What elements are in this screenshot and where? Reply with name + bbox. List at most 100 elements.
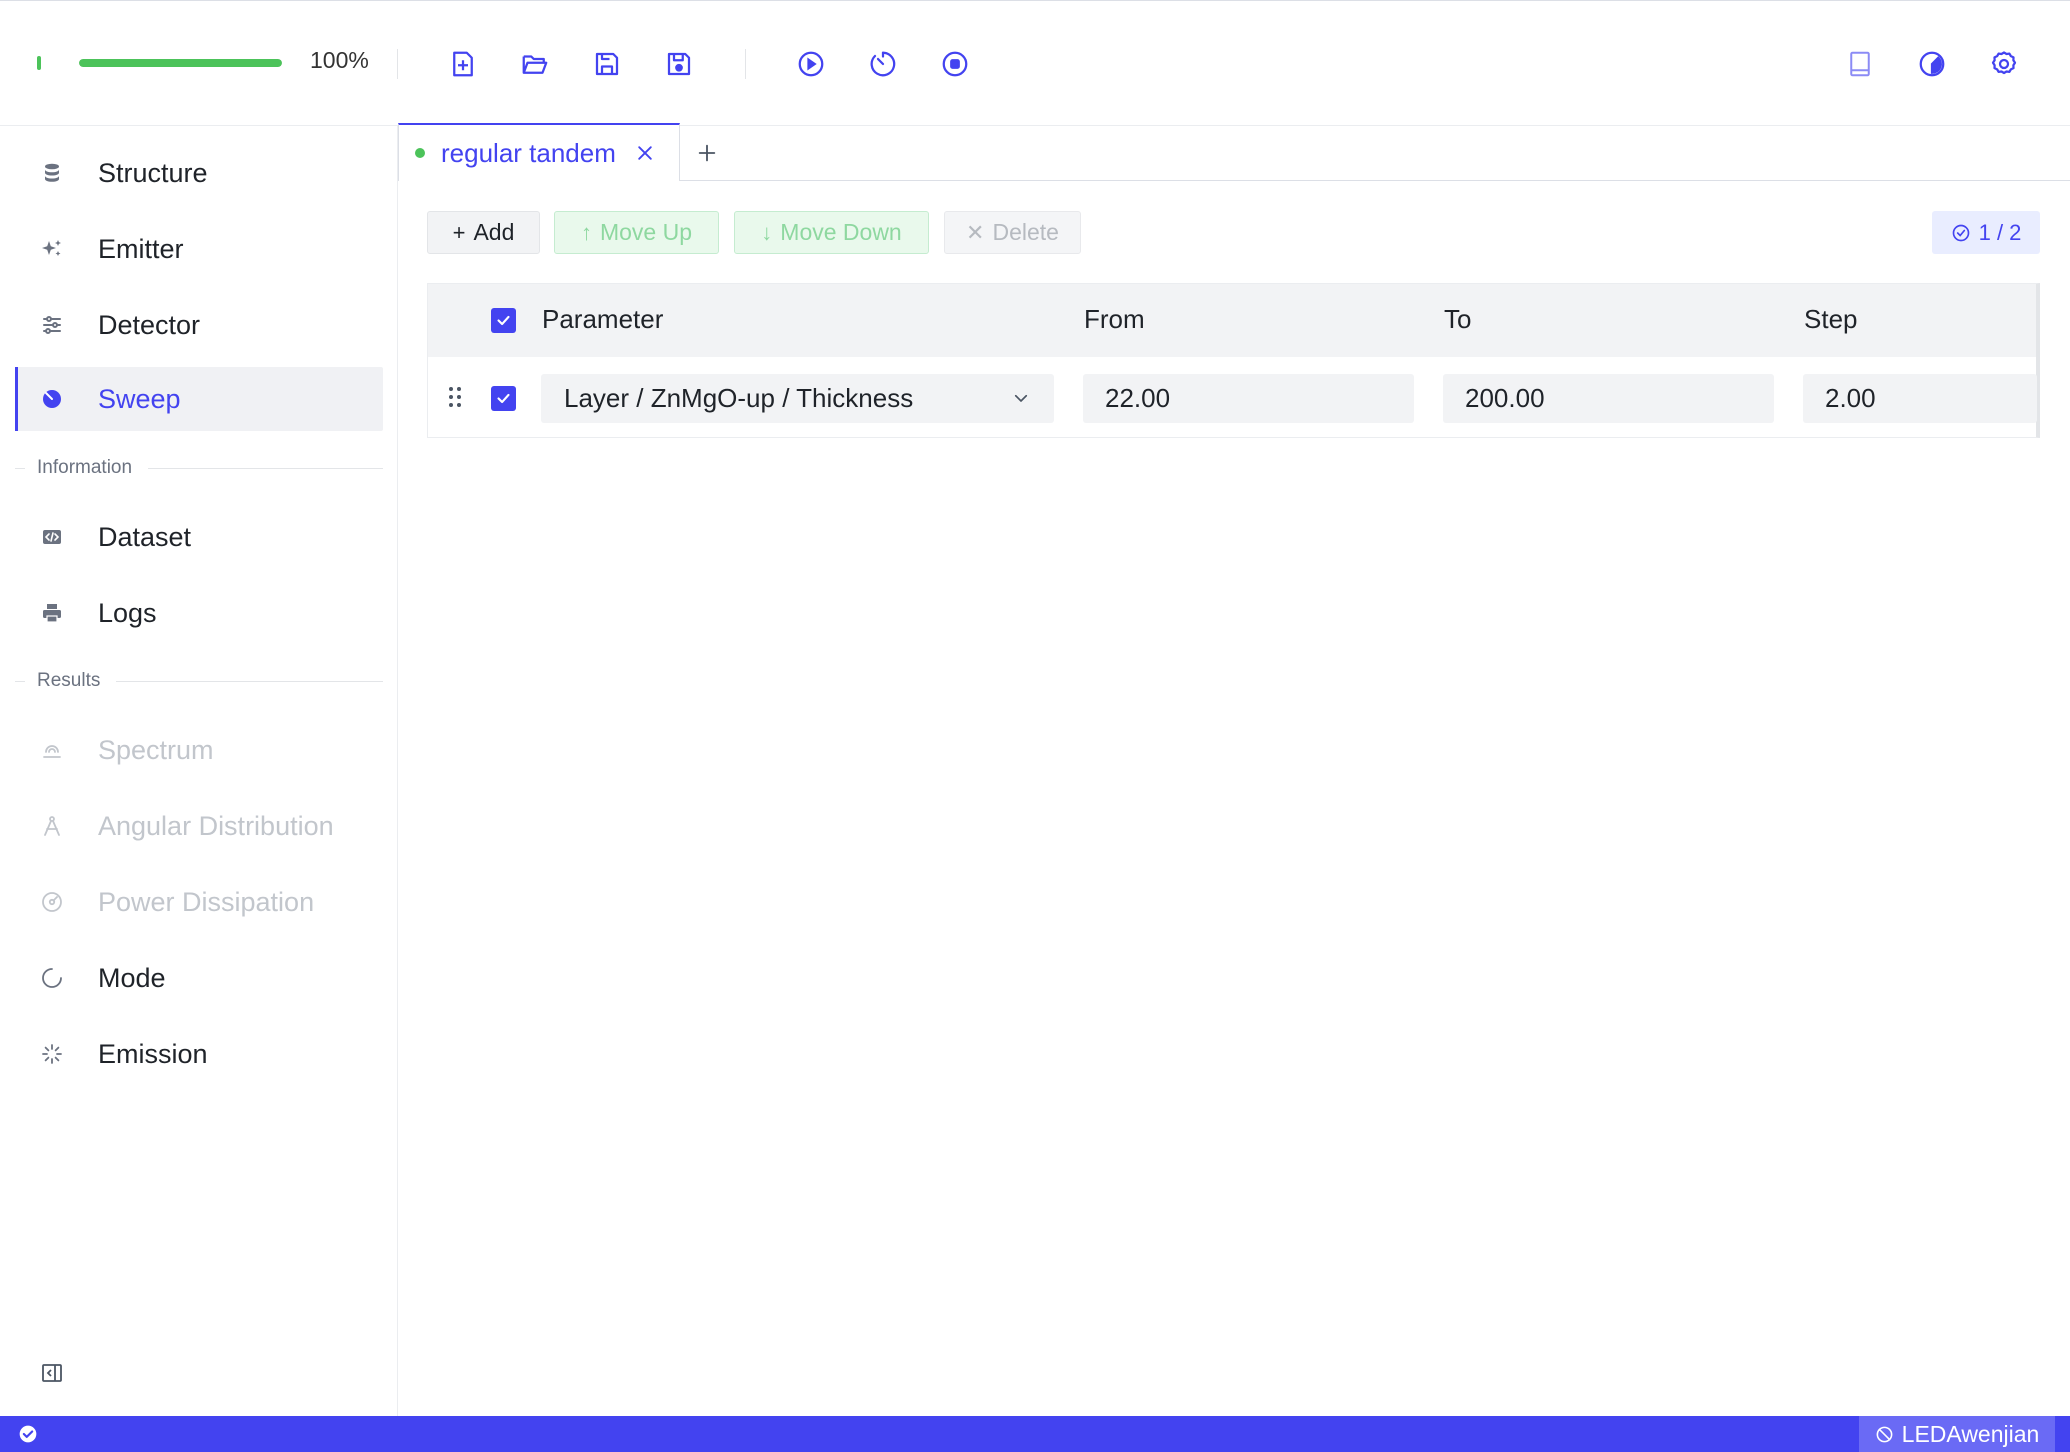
plus-icon xyxy=(698,144,716,162)
printer-icon xyxy=(39,600,65,626)
spectrum-icon xyxy=(39,737,65,763)
sidebar-item-label: Structure xyxy=(98,157,208,188)
tab-bar: regular tandem xyxy=(398,123,2070,181)
arrow-down-icon: ↓ xyxy=(761,219,773,245)
divider-line xyxy=(116,680,383,682)
sidebar-item-label: Logs xyxy=(98,597,157,628)
timer-icon xyxy=(870,51,896,77)
move-down-button-label: Move Down xyxy=(780,219,902,245)
settings-button[interactable] xyxy=(1985,45,2023,83)
toolbar-divider xyxy=(397,49,398,79)
sidebar-item-spectrum: Spectrum xyxy=(15,718,383,782)
sparkle-icon xyxy=(39,236,65,262)
divider-line xyxy=(15,467,25,469)
open-folder-button[interactable] xyxy=(516,45,554,83)
run-button[interactable] xyxy=(792,45,830,83)
column-header-parameter: Parameter xyxy=(542,304,664,334)
sidebar-item-emitter[interactable]: Emitter xyxy=(15,217,383,281)
column-header-from: From xyxy=(1084,304,1145,334)
sidebar-item-label: Sweep xyxy=(98,383,181,414)
drag-handle-icon[interactable] xyxy=(447,386,463,408)
timer-button[interactable] xyxy=(864,45,902,83)
collapse-sidebar-button[interactable] xyxy=(38,1359,66,1387)
run-icon xyxy=(798,51,824,77)
delete-button[interactable]: ✕ Delete xyxy=(944,211,1081,254)
sidebar-item-emission[interactable]: Emission xyxy=(15,1022,383,1086)
tab-regular-tandem[interactable]: regular tandem xyxy=(398,123,680,181)
stop-button[interactable] xyxy=(936,45,974,83)
sidebar-item-logs[interactable]: Logs xyxy=(15,581,383,645)
user-status[interactable]: LEDAwenjian xyxy=(1859,1416,2055,1452)
save-icon xyxy=(595,52,619,76)
sidebar-item-label: Dataset xyxy=(98,521,192,552)
theme-icon xyxy=(1919,51,1945,77)
delete-button-label: Delete xyxy=(992,219,1059,245)
to-input[interactable] xyxy=(1443,374,1774,423)
add-tab-button[interactable] xyxy=(692,138,722,168)
status-ok-icon xyxy=(19,1425,37,1443)
sidebar-item-structure[interactable]: Structure xyxy=(15,141,383,205)
tab-status-dot xyxy=(415,148,425,158)
sidebar-item-label: Detector xyxy=(98,309,201,340)
sidebar-item-label: Emitter xyxy=(98,233,184,264)
row-checkbox[interactable] xyxy=(491,386,516,411)
tab-label: regular tandem xyxy=(441,137,616,168)
check-circle-icon xyxy=(1952,224,1969,241)
divider-line xyxy=(148,467,383,469)
sidebar-item-dataset[interactable]: Dataset xyxy=(15,505,383,569)
sweep-table: Parameter From To Step Layer / ZnMgO-up … xyxy=(427,283,2040,438)
app-window: 100% Structure Emitter Detector Sweep In… xyxy=(0,0,2070,1452)
sidebar-item-power-dissipation: Power Dissipation xyxy=(15,870,383,934)
save-as-button[interactable] xyxy=(660,45,698,83)
column-header-step: Step xyxy=(1804,304,1858,334)
sidebar-item-label: Emission xyxy=(98,1038,208,1069)
save-button[interactable] xyxy=(588,45,626,83)
section-title: Information xyxy=(37,457,133,478)
burst-icon xyxy=(39,1041,65,1067)
new-file-button[interactable] xyxy=(444,45,482,83)
code-file-icon xyxy=(39,524,65,550)
parameter-select[interactable]: Layer / ZnMgO-up / Thickness xyxy=(541,374,1054,423)
move-up-button-label: Move Up xyxy=(599,219,693,245)
move-down-button[interactable]: ↓ Move Down xyxy=(734,211,929,254)
database-icon xyxy=(39,160,65,186)
check-icon xyxy=(497,393,510,404)
plus-icon: + xyxy=(452,219,466,245)
status-bar: LEDAwenjian xyxy=(0,1416,2070,1452)
close-icon: ✕ xyxy=(966,219,985,245)
select-all-checkbox[interactable] xyxy=(491,308,516,333)
arrow-up-icon: ↑ xyxy=(580,219,592,245)
sidebar-item-sweep[interactable]: Sweep xyxy=(15,367,383,431)
progress-bar xyxy=(79,59,282,67)
sidebar-item-label: Mode xyxy=(98,962,166,993)
divider-line xyxy=(15,680,25,682)
parameter-select-value: Layer / ZnMgO-up / Thickness xyxy=(564,383,914,413)
move-up-button[interactable]: ↑ Move Up xyxy=(554,211,719,254)
gauge-icon xyxy=(39,889,65,915)
section-information: Information xyxy=(15,456,383,480)
section-results: Results xyxy=(15,669,383,693)
column-header-to: To xyxy=(1444,304,1472,334)
add-button[interactable]: + Add xyxy=(427,211,540,254)
sidebar-item-angular-distribution: Angular Distribution xyxy=(15,794,383,858)
sliders-icon xyxy=(39,312,65,338)
sidebar-item-label: Angular Distribution xyxy=(98,810,334,841)
user-name: LEDAwenjian xyxy=(1901,1420,2040,1447)
docs-button[interactable] xyxy=(1841,45,1879,83)
sidebar-item-detector[interactable]: Detector xyxy=(15,293,383,357)
selection-count-badge: 1 / 2 xyxy=(1932,211,2040,254)
book-icon xyxy=(1850,51,1870,77)
sidebar-item-mode[interactable]: Mode xyxy=(15,946,383,1010)
toolbar-divider xyxy=(745,49,746,79)
collapse-sidebar-icon xyxy=(42,1364,62,1382)
progress-bar-fill xyxy=(79,59,282,67)
tab-close-button[interactable] xyxy=(634,142,656,164)
section-title: Results xyxy=(37,670,101,691)
circle-loading-icon xyxy=(39,965,65,991)
theme-button[interactable] xyxy=(1913,45,1951,83)
from-input[interactable] xyxy=(1083,374,1414,423)
settings-icon xyxy=(1991,51,2017,75)
check-icon xyxy=(497,315,510,326)
step-input[interactable] xyxy=(1803,374,2037,423)
close-icon xyxy=(638,146,652,160)
